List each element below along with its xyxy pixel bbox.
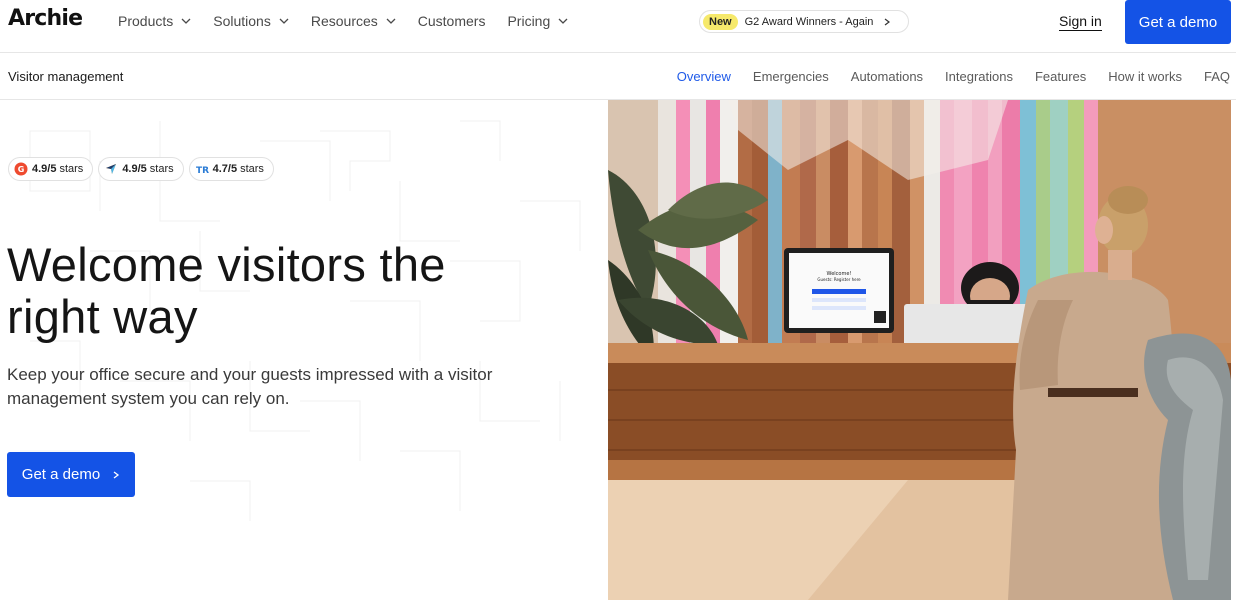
main-menu: Products Solutions Resources Customers P… <box>118 0 590 42</box>
subnav-link-faq[interactable]: FAQ <box>1204 69 1230 84</box>
subnav-link-features[interactable]: Features <box>1035 69 1086 84</box>
award-announcement-pill[interactable]: New G2 Award Winners - Again <box>699 10 909 33</box>
chevron-right-icon <box>885 18 891 25</box>
subnav-link-automations[interactable]: Automations <box>851 69 923 84</box>
chevron-down-icon <box>279 18 289 24</box>
get-demo-button-header[interactable]: Get a demo <box>1125 0 1231 44</box>
menu-item-label: Products <box>118 13 174 29</box>
section-navigation: Visitor management Overview Emergencies … <box>0 54 1236 100</box>
subtext-line: management system you can rely on. <box>7 389 290 408</box>
menu-item-customers[interactable]: Customers <box>418 13 486 29</box>
headline-line: right way <box>7 290 198 343</box>
hero-section: G 4.9/5 stars 4.9/5 stars TR 4.7/5 stars… <box>0 101 608 604</box>
menu-item-label: Solutions <box>213 13 271 29</box>
trustradius-icon: TR <box>196 166 209 176</box>
menu-item-label: Customers <box>417 13 486 29</box>
g2-icon: G <box>14 162 28 176</box>
rating-suffix: stars <box>59 163 84 175</box>
subnav-link-overview[interactable]: Overview <box>677 69 731 84</box>
chevron-down-icon <box>386 18 396 24</box>
rating-score: 4.9/5 <box>32 163 57 175</box>
chevron-down-icon <box>181 18 191 24</box>
subtext-line: Keep your office secure and your guests … <box>7 365 493 384</box>
menu-item-resources[interactable]: Resources <box>311 13 396 29</box>
get-demo-button-hero[interactable]: Get a demo <box>7 452 135 497</box>
tablet-subtitle: Guests: Register here <box>817 277 861 282</box>
cta-label: Get a demo <box>21 466 101 483</box>
rating-badge-g2: G 4.9/5 stars <box>8 157 94 181</box>
section-links: Overview Emergencies Automations Integra… <box>655 69 1230 84</box>
capterra-icon <box>106 164 117 174</box>
chevron-right-icon <box>113 470 120 479</box>
svg-text:G: G <box>18 165 25 174</box>
hero-subtext: Keep your office secure and your guests … <box>7 363 547 411</box>
new-badge: New <box>703 13 738 30</box>
sign-in-link[interactable]: Sign in <box>1059 13 1102 31</box>
rating-badges: G 4.9/5 stars 4.9/5 stars TR 4.7/5 stars <box>8 157 274 181</box>
award-text: G2 Award Winners - Again <box>744 15 874 28</box>
menu-item-label: Pricing <box>507 13 551 29</box>
top-navigation: Archie Products Solutions Resources Cust… <box>0 0 1236 53</box>
hero-headline: Welcome visitors the right way <box>7 239 567 343</box>
rating-suffix: stars <box>149 163 174 175</box>
menu-item-solutions[interactable]: Solutions <box>213 13 289 29</box>
subnav-link-how-it-works[interactable]: How it works <box>1108 69 1182 84</box>
chevron-down-icon <box>558 18 568 24</box>
subnav-link-integrations[interactable]: Integrations <box>945 69 1013 84</box>
rating-score: 4.9/5 <box>122 163 147 175</box>
menu-item-products[interactable]: Products <box>118 13 191 29</box>
rating-suffix: stars <box>240 163 264 175</box>
hero-reception-photo: Welcome! Guests: Register here <box>608 100 1231 600</box>
svg-text:TR: TR <box>196 166 209 176</box>
archie-logo[interactable]: Archie <box>8 6 83 31</box>
subnav-link-emergencies[interactable]: Emergencies <box>753 69 829 84</box>
rating-score: 4.7/5 <box>212 163 238 175</box>
menu-item-pricing[interactable]: Pricing <box>507 13 568 29</box>
rating-badge-trustradius: TR 4.7/5 stars <box>188 157 274 181</box>
headline-line: Welcome visitors the <box>7 238 446 291</box>
rating-badge-capterra: 4.9/5 stars <box>98 157 184 181</box>
section-title: Visitor management <box>8 69 124 84</box>
menu-item-label: Resources <box>310 13 378 29</box>
